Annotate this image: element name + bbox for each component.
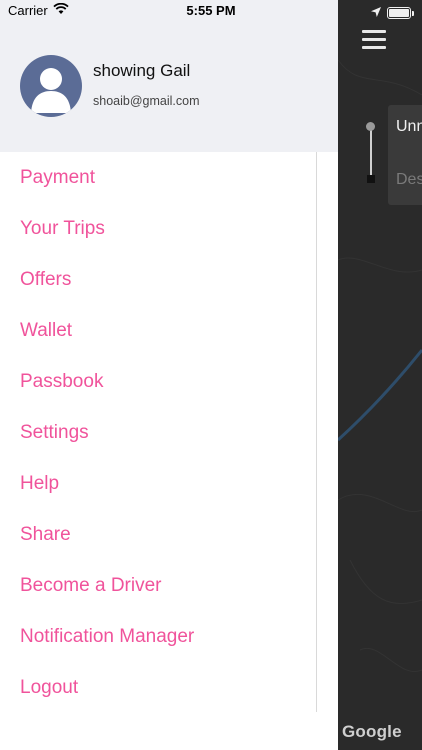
menu-icon[interactable]: [362, 30, 386, 50]
user-name: showing Gail: [93, 61, 191, 80]
pickup-dot-icon: [366, 122, 375, 131]
battery-cap: [412, 10, 414, 16]
menu-item-wallet[interactable]: Wallet: [0, 305, 338, 356]
google-logo: Google: [342, 722, 402, 741]
menu-item-notification-manager[interactable]: Notification Manager: [0, 611, 338, 662]
menu-item-offers[interactable]: Offers: [0, 254, 338, 305]
menu-item-passbook[interactable]: Passbook: [0, 356, 338, 407]
avatar-icon[interactable]: [20, 55, 82, 117]
battery-icon: [387, 7, 411, 19]
menu-item-share[interactable]: Share: [0, 509, 338, 560]
menu-item-settings[interactable]: Settings: [0, 407, 338, 458]
destination-field[interactable]: Des: [396, 171, 422, 189]
user-email: shoaib@gmail.com: [93, 94, 200, 108]
drawer-divider: [316, 152, 317, 712]
status-time: 5:55 PM: [186, 3, 236, 18]
menu-item-payment[interactable]: Payment: [0, 152, 338, 203]
menu-item-help[interactable]: Help: [0, 458, 338, 509]
menu-item-your-trips[interactable]: Your Trips: [0, 203, 338, 254]
profile-header: showing Gail shoaib@gmail.com: [0, 0, 338, 152]
navigation-drawer: showing Gail shoaib@gmail.com Payment Yo…: [0, 0, 338, 750]
pickup-field[interactable]: Unn: [396, 118, 422, 136]
drawer-menu: Payment Your Trips Offers Wallet Passboo…: [0, 152, 338, 713]
status-bar: Carrier 5:55 PM: [0, 0, 422, 22]
menu-item-become-a-driver[interactable]: Become a Driver: [0, 560, 338, 611]
menu-item-logout[interactable]: Logout: [0, 662, 338, 713]
app-screen: Unn Des Google showing Gail shoaib@gmail…: [0, 0, 422, 750]
location-arrow-icon: [371, 4, 381, 22]
route-connector: [370, 126, 372, 178]
destination-square-icon: [367, 175, 375, 183]
status-right-group: [371, 4, 414, 22]
